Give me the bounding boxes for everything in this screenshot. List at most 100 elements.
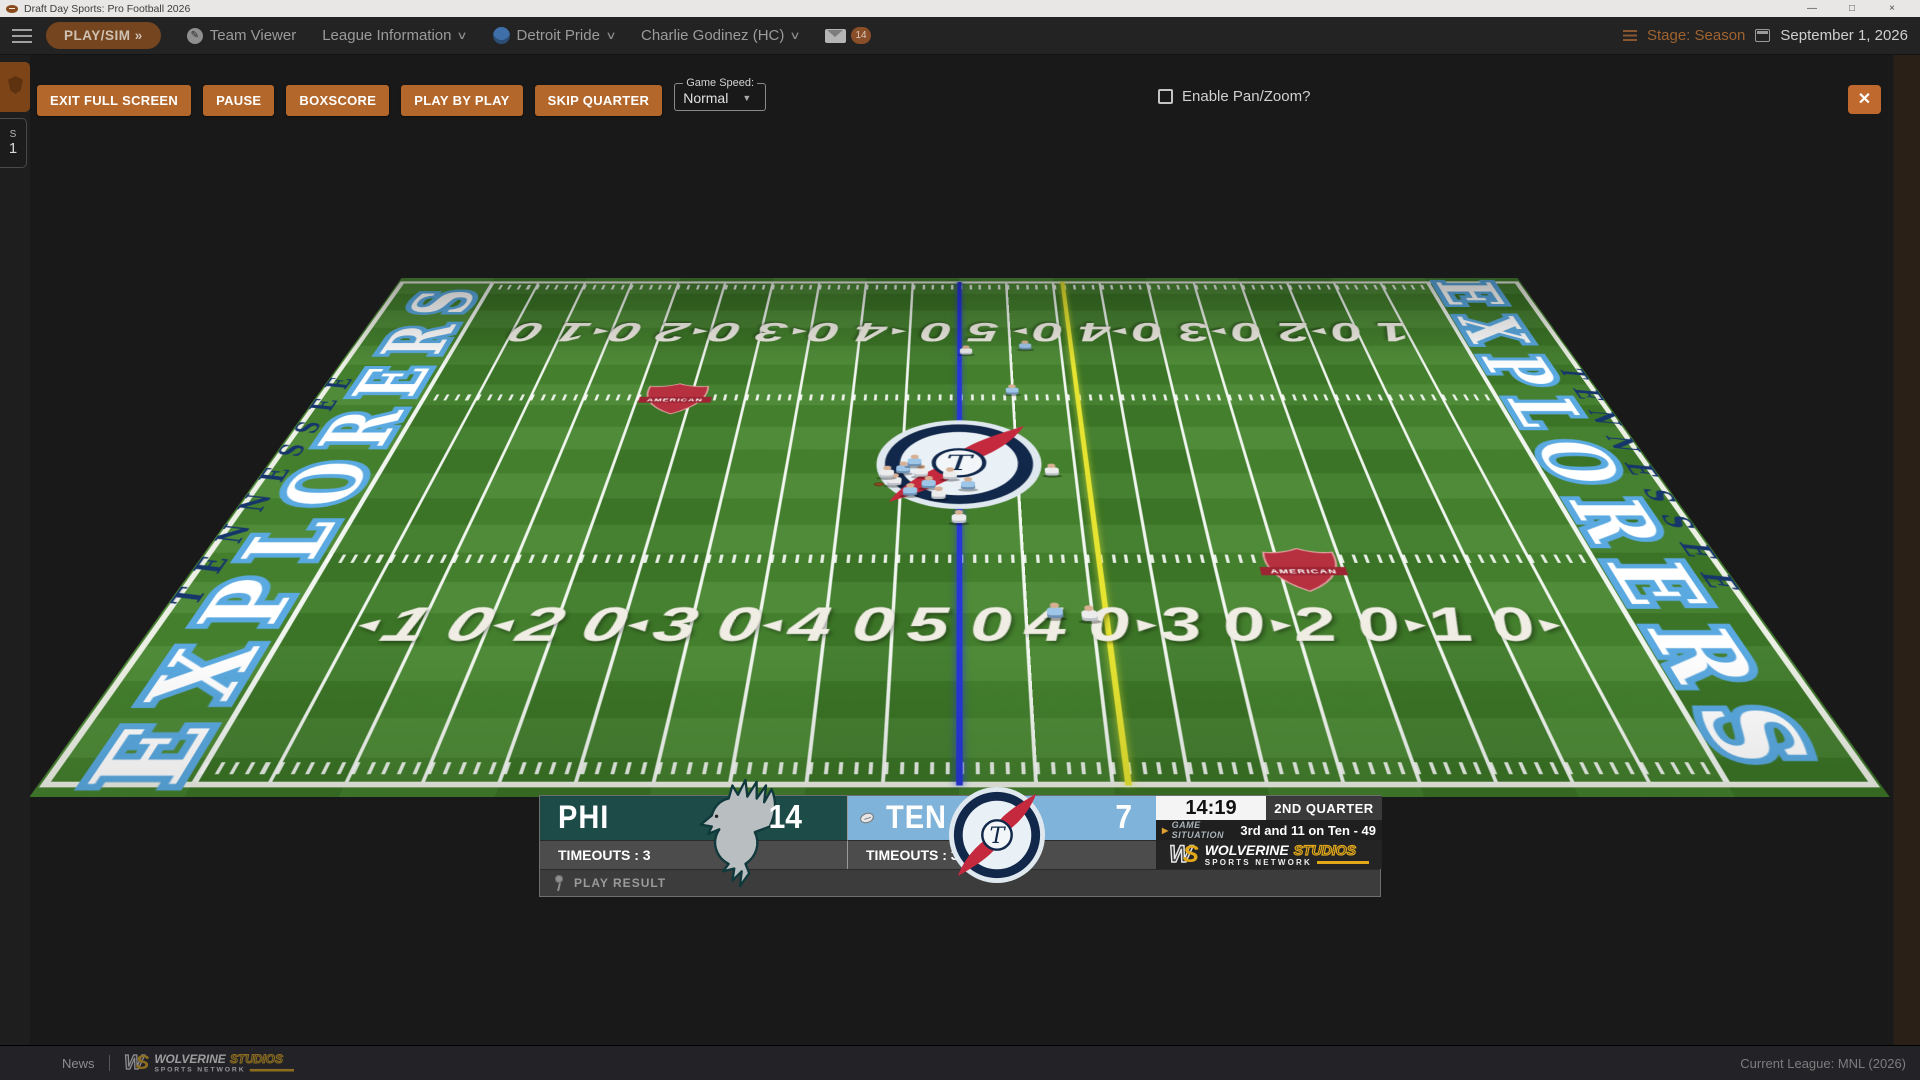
divider [109, 1055, 110, 1071]
home-team-abbr: TEN [886, 800, 947, 837]
chevron-down-icon: ∨ [790, 29, 801, 42]
player-sprite [941, 467, 959, 481]
mail-badge: 14 [851, 27, 870, 44]
yard-number: ◂30 [613, 597, 765, 652]
nav-team-viewer[interactable]: ✎ Team Viewer [187, 27, 296, 44]
game-speed-dropdown[interactable]: Game Speed: Normal ▼ [674, 77, 766, 111]
maximize-button[interactable]: □ [1832, 3, 1872, 14]
mail-button[interactable]: 14 [825, 27, 870, 44]
player-sprite [1078, 605, 1101, 624]
player-sprite [1017, 341, 1033, 352]
play-by-play-button[interactable]: PLAY BY PLAY [401, 85, 522, 116]
yard-number: ◂20 [475, 597, 634, 652]
possession-football-icon [859, 811, 875, 825]
player-sprite [959, 477, 977, 491]
nav-coach-menu[interactable]: Charlie Godinez (HC) ∨ [641, 27, 799, 44]
american-conference-shield: AMERICAN [1244, 544, 1366, 595]
football-field: TENNESSEE EXPLORERSEXPLORERS TENNESSEE E… [30, 278, 1890, 797]
quarter-indicator: 2ND QUARTER [1266, 796, 1382, 820]
chevron-down-icon: ∨ [457, 29, 468, 42]
shield-text: AMERICAN [646, 397, 704, 402]
nav-team-menu[interactable]: Detroit Pride ∨ [493, 27, 615, 44]
game-toolbar: EXIT FULL SCREEN PAUSE BOXSCORE PLAY BY … [37, 85, 766, 116]
away-team-panel: PHI 14 [540, 796, 848, 840]
checkbox-icon [1158, 89, 1173, 104]
window-title: Draft Day Sports: Pro Football 2026 [24, 3, 190, 15]
yard-number: 50 [920, 317, 1000, 347]
away-team-abbr: PHI [558, 800, 609, 837]
away-timeouts: TIMEOUTS : 3 [540, 840, 848, 869]
yard-number: 20▸ [1202, 317, 1316, 347]
chevron-down-icon: ∨ [605, 29, 616, 42]
field-3d-view: TENNESSEE EXPLORERSEXPLORERS TENNESSEE E… [262, 145, 1657, 800]
football-app-icon [6, 5, 18, 13]
player-sprite [1004, 384, 1021, 396]
exit-full-screen-button[interactable]: EXIT FULL SCREEN [37, 85, 191, 116]
yard-number: 50 [905, 597, 1013, 652]
away-team-score: 14 [769, 799, 802, 837]
triangle-icon: ▶ [1162, 826, 1169, 835]
close-game-view-button[interactable]: ✕ [1848, 85, 1881, 114]
stage-area: S 1 EXIT FULL SCREEN PAUSE BOXSCORE PLAY… [0, 55, 1920, 1045]
yard-number: 30▸ [1154, 597, 1306, 652]
player-sprite [877, 466, 896, 480]
dropdown-arrow-icon: ▼ [742, 93, 751, 103]
player-sprite [949, 510, 968, 525]
boxscore-button[interactable]: BOXSCORE [286, 85, 389, 116]
microphone-icon [552, 875, 565, 892]
status-bar: News WS WOLVERINESTUDIOS SPORTS NETWORK … [0, 1045, 1920, 1080]
stage-list-icon [1623, 30, 1637, 41]
wolverine-studios-logo: WS WOLVERINESTUDIOS SPORTS NETWORK [1169, 843, 1369, 867]
play-result-bar: PLAY RESULT [540, 869, 1380, 896]
game-situation-row: ▶ GAME SITUATION 3rd and 11 on Ten - 49 [1156, 820, 1382, 840]
underlying-right-panel [1894, 55, 1920, 1045]
team-logo-icon [493, 27, 510, 44]
play-result-label: PLAY RESULT [574, 876, 666, 890]
minimize-button[interactable]: — [1792, 3, 1832, 14]
underlying-schedule-tile: S 1 [0, 118, 27, 168]
home-team-score: 7 [1115, 799, 1132, 837]
player-sprite [1042, 464, 1061, 478]
main-navbar: PLAY/SIM » ✎ Team Viewer League Informat… [0, 17, 1920, 55]
player-sprite [901, 483, 920, 498]
mail-icon [825, 29, 846, 43]
app-window: Draft Day Sports: Pro Football 2026 — □ … [0, 0, 1920, 1080]
yard-number: 10▸ [1300, 317, 1418, 347]
yard-number: 30▸ [1104, 317, 1214, 347]
player-sprite [958, 345, 974, 356]
home-team-panel: TEN T 7 [848, 796, 1156, 840]
nav-league-information[interactable]: League Information ∨ [322, 27, 466, 44]
news-label: News [62, 1056, 95, 1071]
network-logo-panel: WS WOLVERINESTUDIOS SPORTS NETWORK [1156, 840, 1382, 869]
logo-underline [1317, 861, 1369, 864]
scoreboard: PHI 14 TEN [539, 795, 1381, 897]
pause-button[interactable]: PAUSE [203, 85, 274, 116]
shield-text: AMERICAN [1269, 568, 1338, 575]
yard-number: ◂40 [750, 597, 896, 652]
close-window-button[interactable]: × [1872, 3, 1912, 14]
stage-label: Stage: Season [1647, 27, 1745, 44]
calendar-icon [1755, 29, 1770, 42]
game-speed-label: Game Speed: [683, 77, 757, 89]
player-sprite [1044, 603, 1066, 621]
team-viewer-icon: ✎ [187, 28, 203, 44]
down-and-distance: 3rd and 11 on Ten - 49 [1240, 823, 1376, 838]
game-situation-label: ▶ GAME SITUATION [1162, 820, 1232, 840]
game-speed-value: Normal [683, 90, 728, 106]
logo-underline [249, 1069, 293, 1072]
window-titlebar: Draft Day Sports: Pro Football 2026 — □ … [0, 0, 1920, 17]
enable-pan-zoom-checkbox[interactable]: Enable Pan/Zoom? [1158, 88, 1310, 105]
hamburger-menu-icon[interactable] [12, 29, 32, 43]
game-viewer-overlay: EXIT FULL SCREEN PAUSE BOXSCORE PLAY BY … [30, 55, 1893, 1045]
game-clock: 14:19 [1156, 796, 1266, 820]
current-league-label: Current League: MNL (2026) [1740, 1056, 1906, 1071]
wolverine-studios-logo-small: WS WOLVERINESTUDIOS SPORTS NETWORK [124, 1053, 294, 1073]
play-sim-button[interactable]: PLAY/SIM » [46, 22, 161, 49]
home-timeouts: TIMEOUTS : 3 [848, 840, 1156, 869]
skip-quarter-button[interactable]: SKIP QUARTER [535, 85, 663, 116]
yard-number: ◂40 [806, 317, 913, 347]
yard-number: 10▸ [1416, 597, 1582, 652]
underlying-team-tile [0, 62, 30, 112]
player-sprite [929, 487, 948, 502]
player-sprite [905, 455, 923, 469]
